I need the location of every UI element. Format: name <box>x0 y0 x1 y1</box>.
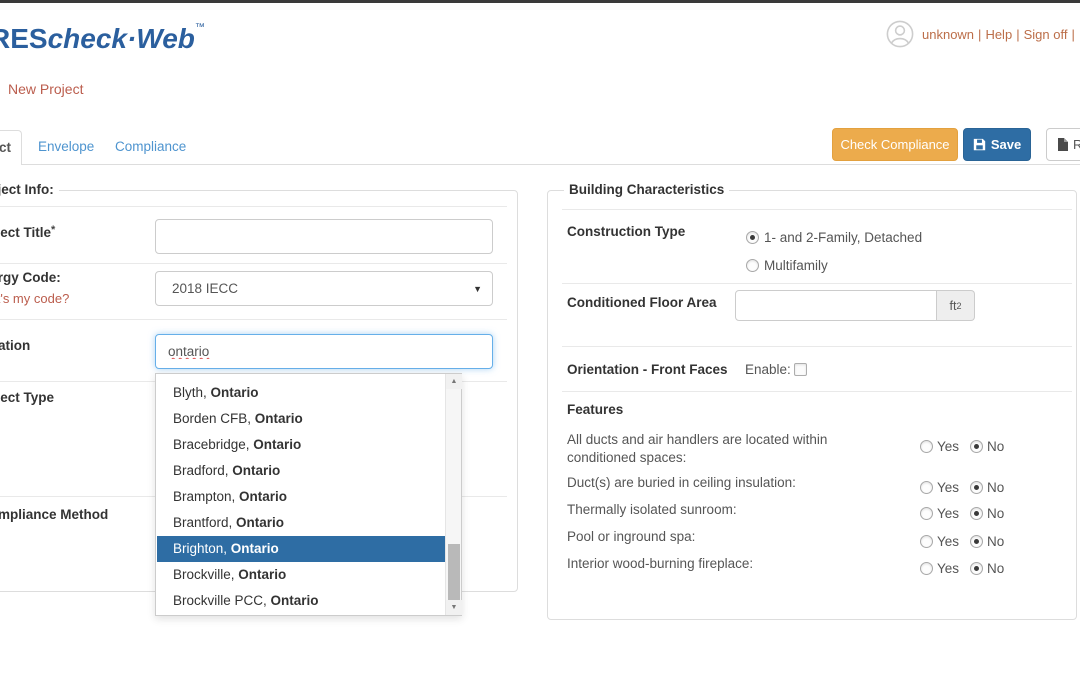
location-suggestion[interactable]: Bracebridge, Ontario <box>157 432 446 458</box>
scrollbar-thumb[interactable] <box>448 544 460 601</box>
construction-type-radio-multifamily[interactable] <box>746 259 759 272</box>
dropdown-scrollbar[interactable]: ▲ ▼ <box>445 374 461 615</box>
building-characteristics-legend: Building Characteristics <box>564 182 729 197</box>
location-suggestion[interactable]: Bradford, Ontario <box>157 458 446 484</box>
location-suggestion-highlighted[interactable]: Brighton, Ontario <box>157 536 446 562</box>
construction-type-option2-label[interactable]: Multifamily <box>764 258 828 273</box>
feature-0-no-label[interactable]: No <box>987 439 1004 454</box>
feature-4-yes-label[interactable]: Yes <box>937 561 959 576</box>
window-top-edge <box>0 0 1080 3</box>
feature-2-yes-label[interactable]: Yes <box>937 506 959 521</box>
user-name-link[interactable]: unknown <box>922 27 974 42</box>
conditioned-floor-area-input[interactable] <box>735 290 937 321</box>
feature-3-yes-label[interactable]: Yes <box>937 534 959 549</box>
tab-compliance[interactable]: Compliance <box>115 139 186 154</box>
feature-1-yes-radio[interactable] <box>920 481 933 494</box>
project-info-legend: Project Info: <box>0 182 59 197</box>
location-suggestion[interactable]: Brockville PCC, Ontario <box>157 588 446 614</box>
location-suggestion[interactable]: Blyth, Ontario <box>157 380 446 406</box>
tab-envelope[interactable]: Envelope <box>38 139 94 154</box>
feature-4-no-label[interactable]: No <box>987 561 1004 576</box>
feature-0-no-radio[interactable] <box>970 440 983 453</box>
sign-off-link[interactable]: Sign off <box>1024 27 1068 42</box>
divider <box>562 209 1072 210</box>
save-button[interactable]: Save <box>963 128 1031 161</box>
feature-label-ducts-buried: Duct(s) are buried in ceiling insulation… <box>567 474 796 492</box>
check-compliance-button[interactable]: Check Compliance <box>832 128 958 161</box>
feature-0-yes-radio[interactable] <box>920 440 933 453</box>
reports-label: Re <box>1073 137 1080 152</box>
location-suggestion[interactable]: Borden CFB, Ontario <box>157 406 446 432</box>
energy-code-label: Energy Code: <box>0 270 61 285</box>
floor-area-unit-addon: ft2 <box>937 290 975 321</box>
project-type-label: Project Type <box>0 390 54 405</box>
tabbar-border <box>0 164 1080 165</box>
save-icon <box>973 138 986 151</box>
new-project-link[interactable]: New Project <box>8 81 83 97</box>
feature-4-yes-radio[interactable] <box>920 562 933 575</box>
location-input[interactable] <box>155 334 493 369</box>
report-document-icon <box>1057 138 1068 151</box>
help-link[interactable]: Help <box>985 27 1012 42</box>
orientation-enable-checkbox[interactable] <box>794 363 807 376</box>
tab-project[interactable]: Project <box>0 130 22 165</box>
reports-button[interactable]: Re <box>1046 128 1080 161</box>
construction-type-label: Construction Type <box>567 224 685 239</box>
feature-label-ducts-conditioned: All ducts and air handlers are located w… <box>567 431 897 467</box>
required-asterisk: * <box>51 224 55 236</box>
location-suggestions-dropdown: Blyth, Ontario Borden CFB, Ontario Brace… <box>155 373 462 616</box>
check-compliance-label: Check Compliance <box>840 137 949 152</box>
orientation-front-faces-label: Orientation - Front Faces <box>567 362 728 377</box>
feature-label-sunroom: Thermally isolated sunroom: <box>567 501 737 519</box>
project-title-label: Project Title* <box>0 224 55 240</box>
feature-1-no-radio[interactable] <box>970 481 983 494</box>
feature-2-no-label[interactable]: No <box>987 506 1004 521</box>
save-label: Save <box>991 137 1021 152</box>
project-title-input[interactable] <box>155 219 493 254</box>
location-label: Location <box>0 338 30 353</box>
whats-my-code-link[interactable]: What's my code? <box>0 291 69 306</box>
feature-4-no-radio[interactable] <box>970 562 983 575</box>
location-suggestion[interactable]: Brampton, Ontario <box>157 484 446 510</box>
feature-2-no-radio[interactable] <box>970 507 983 520</box>
divider <box>562 391 1072 392</box>
separator: | <box>1067 27 1078 42</box>
compliance-method-label: Compliance Method <box>0 507 108 522</box>
user-avatar-icon <box>886 20 914 53</box>
divider <box>0 319 507 320</box>
feature-1-yes-label[interactable]: Yes <box>937 480 959 495</box>
feature-3-no-radio[interactable] <box>970 535 983 548</box>
chevron-down-icon: ▼ <box>473 284 482 294</box>
feature-label-fireplace: Interior wood-burning fireplace: <box>567 555 753 573</box>
feature-label-pool-spa: Pool or inground spa: <box>567 528 695 546</box>
feature-2-yes-radio[interactable] <box>920 507 933 520</box>
conditioned-floor-area-label: Conditioned Floor Area <box>567 295 717 310</box>
features-heading: Features <box>567 402 623 417</box>
feature-3-yes-radio[interactable] <box>920 535 933 548</box>
scroll-down-icon[interactable]: ▼ <box>446 600 462 615</box>
location-suggestion[interactable]: Brantford, Ontario <box>157 510 446 536</box>
divider <box>562 283 1072 284</box>
orientation-enable-label: Enable: <box>745 362 791 377</box>
logo-trademark: ™ <box>195 22 205 33</box>
logo-text-checkweb: check·Web <box>48 23 195 54</box>
divider <box>0 263 507 264</box>
scroll-up-icon[interactable]: ▲ <box>446 374 462 389</box>
energy-code-value: 2018 IECC <box>156 281 238 296</box>
feature-1-no-label[interactable]: No <box>987 480 1004 495</box>
location-suggestion[interactable]: Brockville, Ontario <box>157 562 446 588</box>
divider <box>0 206 507 207</box>
separator: | <box>974 27 985 42</box>
feature-3-no-label[interactable]: No <box>987 534 1004 549</box>
divider <box>562 346 1072 347</box>
logo-text-res: RES <box>0 23 48 54</box>
feature-0-yes-label[interactable]: Yes <box>937 439 959 454</box>
energy-code-select[interactable]: 2018 IECC ▼ <box>155 271 493 306</box>
rescheck-web-window: REScheck·Web™ unknown|Help|Sign off| New… <box>0 0 1080 675</box>
construction-type-radio-family-detached[interactable] <box>746 231 759 244</box>
rescheck-web-logo: REScheck·Web™ <box>0 22 205 55</box>
construction-type-option1-label[interactable]: 1- and 2-Family, Detached <box>764 230 922 245</box>
separator: | <box>1012 27 1023 42</box>
